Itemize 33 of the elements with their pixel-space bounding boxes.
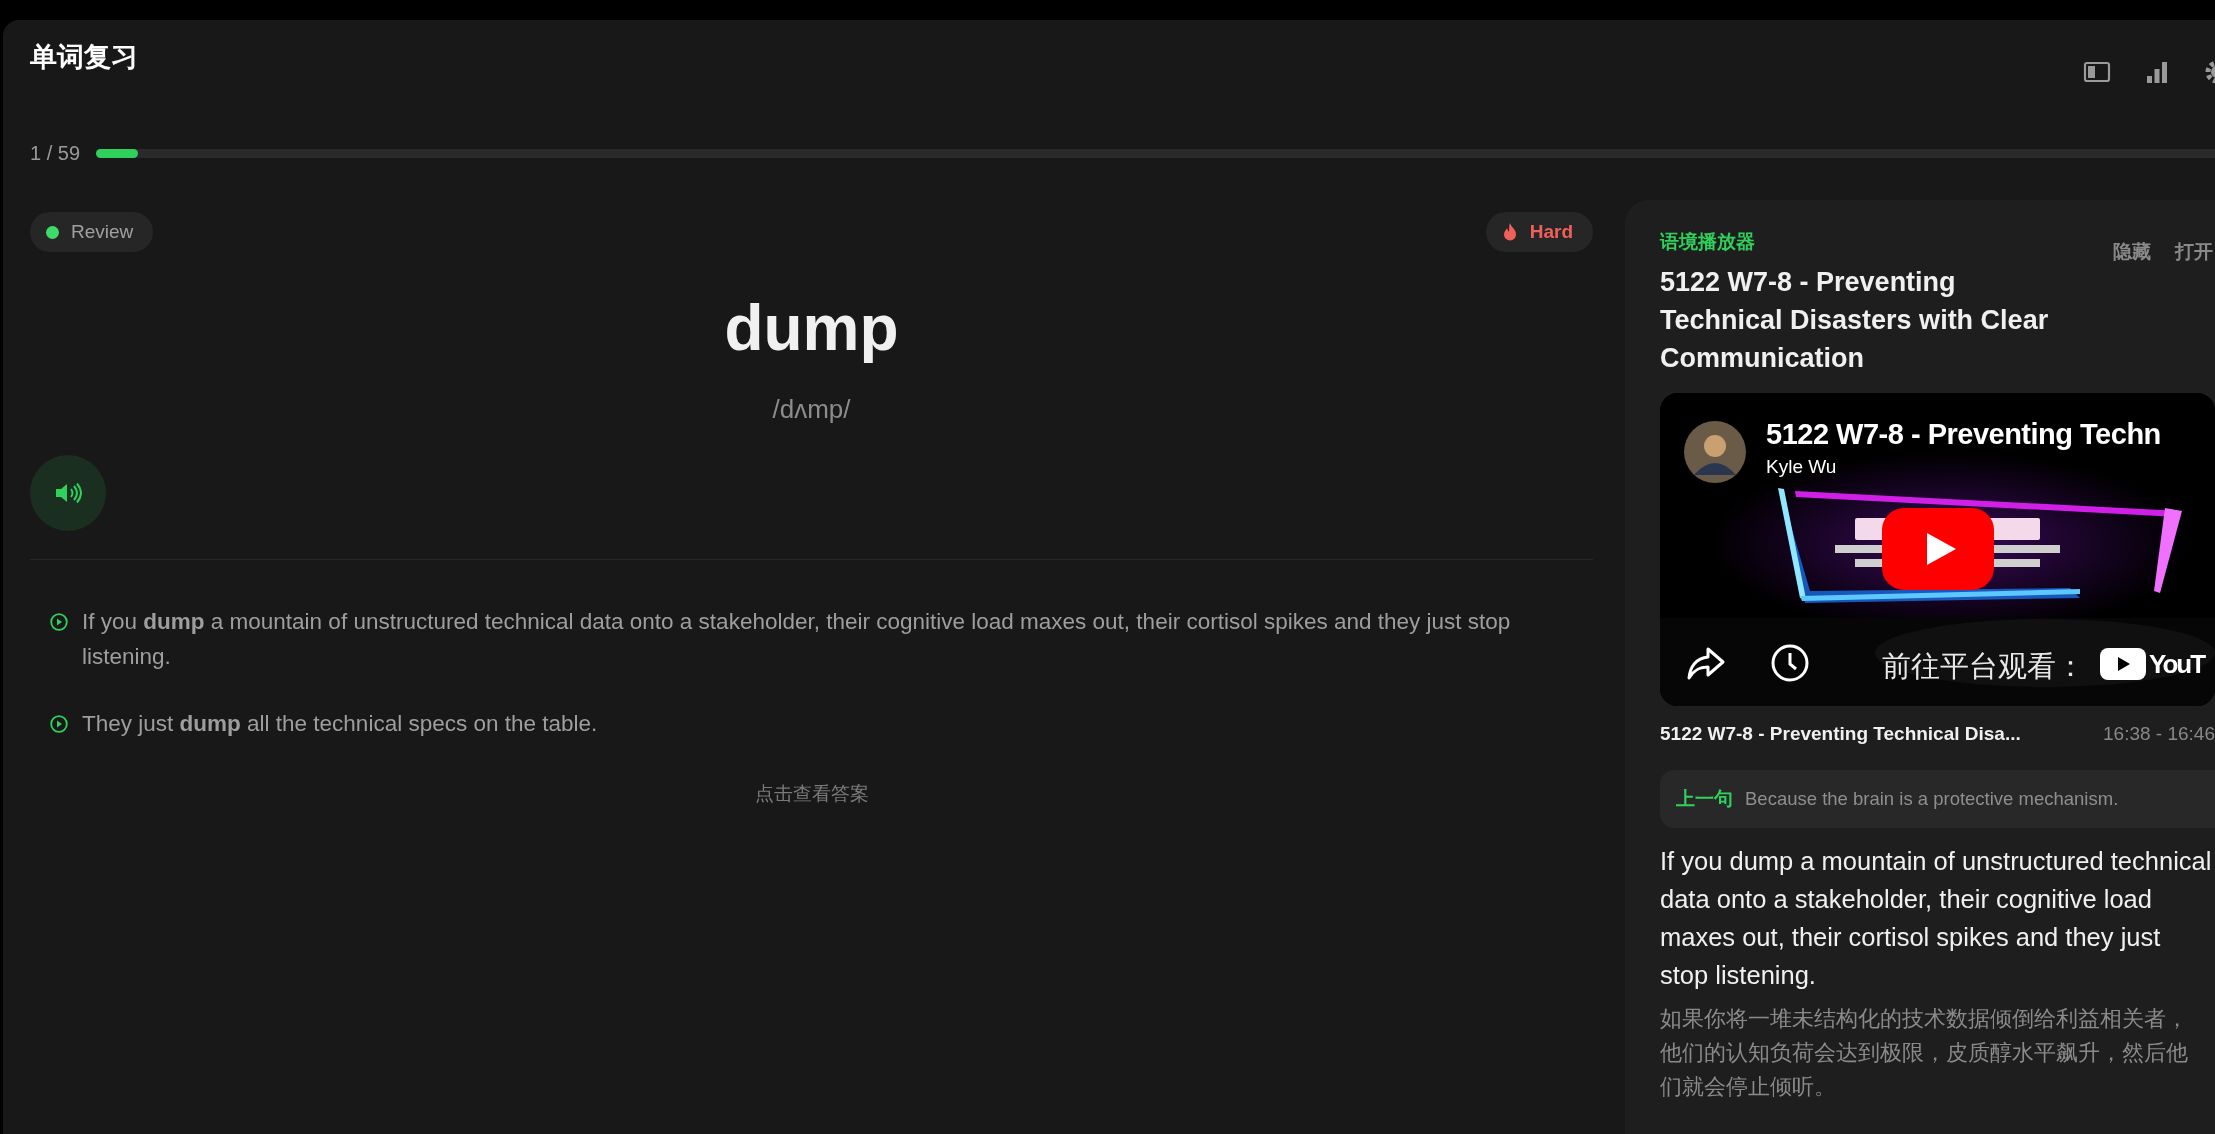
sentence-translation: 如果你将一堆未结构化的技术数据倾倒给利益相关者，他们的认知负荷会达到极限，皮质醇水平飙升，然后他们就会停止倾听。: [1660, 1006, 2189, 1101]
status-label: Review: [71, 219, 134, 244]
embed-title: 5122 W7-8 - Preventing Techn: [1766, 416, 2161, 452]
speaker-icon: [54, 482, 82, 504]
previous-sentence-bar[interactable]: 上一句 Because the brain is a protective mechanism.: [1660, 770, 2215, 828]
flame-icon: [1501, 222, 1518, 242]
context-sentence: If you dump a mountain of unstructured technical data onto a stakeholder, their cognitive load maxes out, their cortisol spikes and they just stop listening.: [1660, 846, 2213, 991]
play-circle-icon[interactable]: [50, 715, 68, 733]
channel-name: Kyle Wu: [1766, 454, 1837, 479]
example-sentence: They just dump all the technical specs on the table.: [82, 710, 598, 738]
status-dot: [46, 225, 59, 239]
clock-icon[interactable]: [1770, 642, 1810, 683]
panel-action-button[interactable]: 隐藏: [2113, 238, 2151, 267]
play-circle-icon[interactable]: [50, 613, 68, 631]
video-player[interactable]: 5122 W7-8 - Preventing Techn Kyle Wu 前往平台观看： YouT: [1660, 392, 2215, 706]
panel-action-button[interactable]: 打开: [2175, 238, 2213, 267]
play-button[interactable]: [1882, 507, 1994, 590]
watch-on-label: 前往平台观看：: [1882, 648, 2085, 684]
video-title: 5122 W7-8 - Preventing Technical Disasters with Clear Communication: [1660, 265, 2050, 375]
platform-link[interactable]: YouT: [2100, 647, 2205, 680]
previous-sentence: Because the brain is a protective mechanism.: [1745, 787, 2119, 812]
clip-time: 16:38 - 16:46: [2103, 721, 2215, 746]
avatar: [1684, 420, 1746, 483]
previous-label: 上一句: [1676, 786, 1733, 811]
example-sentence: If you dump a mountain of unstructured technical data onto a stakeholder, their cognitive load maxes out, their cortisol spikes and they just stop listening.: [82, 608, 1512, 671]
reveal-answer-link[interactable]: 点击查看答案: [30, 780, 1593, 809]
difficulty-label: Hard: [1529, 219, 1573, 244]
page-title: 单词复习: [30, 41, 138, 74]
clip-title: 5122 W7-8 - Preventing Technical Disa...: [1660, 721, 2021, 746]
panel-label: 语境播放器: [1660, 230, 1755, 254]
phonetic-text: /dʌmp/: [771, 393, 852, 426]
progress-count: 1 / 59: [30, 141, 81, 166]
play-logo-icon: [2100, 647, 2146, 680]
